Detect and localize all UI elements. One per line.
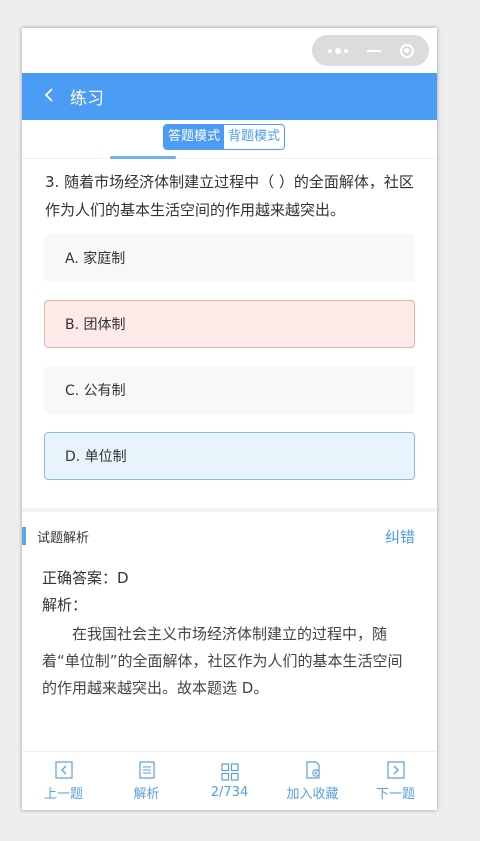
status-bar xyxy=(22,28,437,73)
explain-button[interactable]: 解析 xyxy=(112,760,182,802)
explanation-label: 解析： xyxy=(42,596,88,614)
next-button[interactable]: 下一题 xyxy=(361,760,431,802)
chevron-left-icon[interactable] xyxy=(44,87,58,106)
tab-answer-mode[interactable]: 答题模式 xyxy=(164,125,225,149)
favorite-button[interactable]: 加入收藏 xyxy=(278,760,348,802)
grid-icon xyxy=(220,762,239,781)
prev-label: 上一题 xyxy=(43,786,83,802)
option-a[interactable]: A. 家庭制 xyxy=(44,234,415,282)
option-b[interactable]: B. 团体制 xyxy=(44,300,415,348)
explanation-text: 在我国社会主义市场经济体制建立的过程中，随着“单位制”的全面解体，社区作为人们的… xyxy=(42,625,403,697)
bottom-toolbar: 上一题 解析 2/734 加入收藏 下一题 xyxy=(22,751,437,810)
report-error-link[interactable]: 纠错 xyxy=(385,526,415,547)
option-label: C. 公有制 xyxy=(65,383,126,399)
navigation-bar: 练习 xyxy=(22,73,437,120)
progress-label: 2/734 xyxy=(210,784,249,800)
document-icon xyxy=(138,760,155,779)
close-icon[interactable] xyxy=(399,43,414,58)
analysis-title: 试题解析 xyxy=(37,530,90,546)
mode-switcher-bar: 答题模式 背题模式 xyxy=(22,120,437,159)
question-text: 3. 随着市场经济体制建立过程中（ ）的全面解体，社区作为人们的基本生活空间的作… xyxy=(45,173,414,219)
option-list: A. 家庭制 B. 团体制 C. 公有制 D. 单位制 xyxy=(22,224,437,480)
mode-switcher: 答题模式 背题模式 xyxy=(163,124,286,150)
option-c[interactable]: C. 公有制 xyxy=(44,366,415,414)
option-label: D. 单位制 xyxy=(65,449,127,465)
minimize-icon[interactable] xyxy=(366,49,381,52)
option-d[interactable]: D. 单位制 xyxy=(44,432,415,480)
capsule-menu xyxy=(312,35,429,66)
tab-indicator xyxy=(110,156,176,159)
page-title: 练习 xyxy=(70,89,104,109)
favorite-label: 加入收藏 xyxy=(286,786,339,802)
option-label: A. 家庭制 xyxy=(65,251,126,267)
section-accent xyxy=(22,527,26,545)
option-label: B. 团体制 xyxy=(65,317,126,333)
correct-answer: 正确答案：D xyxy=(42,569,129,587)
mini-program-window: 练习 答题模式 背题模式 3. 随着市场经济体制建立过程中（ ）的全面解体，社区… xyxy=(22,28,437,810)
progress-button[interactable]: 2/734 xyxy=(195,762,265,800)
favorite-icon xyxy=(305,760,320,779)
prev-icon xyxy=(54,760,73,779)
explain-label: 解析 xyxy=(133,786,160,802)
prev-button[interactable]: 上一题 xyxy=(29,760,99,802)
more-icon[interactable] xyxy=(327,47,348,54)
next-icon xyxy=(386,760,405,779)
analysis-header: 试题解析 纠错 xyxy=(22,512,437,560)
next-label: 下一题 xyxy=(375,786,415,802)
tab-memorize-mode[interactable]: 背题模式 xyxy=(224,125,285,149)
